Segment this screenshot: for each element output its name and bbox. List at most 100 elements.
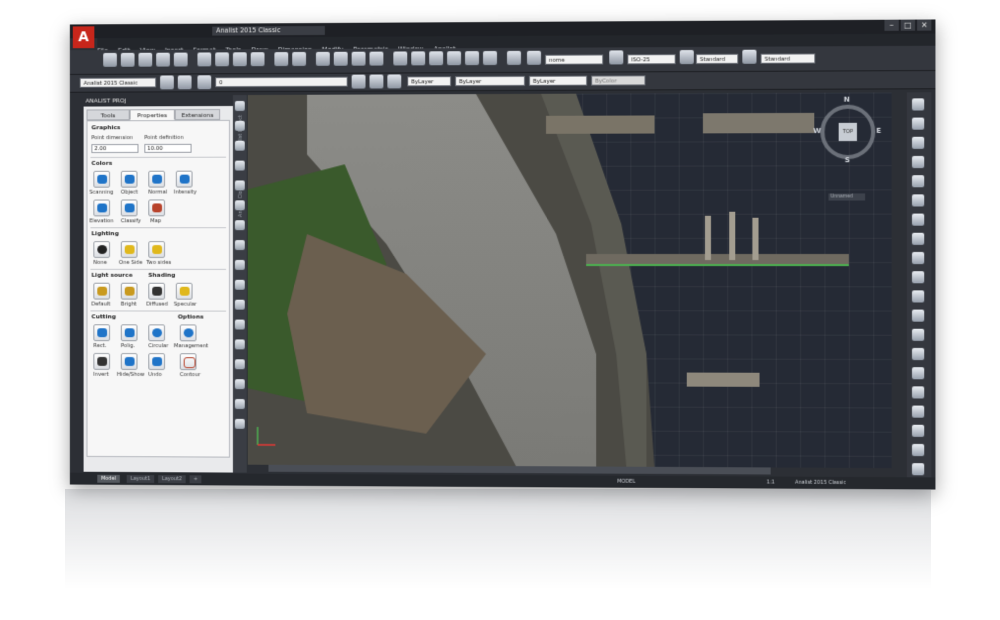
extend-icon[interactable] <box>911 290 925 303</box>
trim-icon[interactable] <box>911 271 925 284</box>
design-center-icon[interactable] <box>411 51 426 66</box>
annotation-scale[interactable]: 1:1 <box>767 478 775 486</box>
line-icon[interactable] <box>234 100 245 111</box>
lighting-none-button[interactable] <box>93 241 111 258</box>
match-properties-icon[interactable] <box>250 52 265 67</box>
chamfer-icon[interactable] <box>911 347 925 361</box>
layer-states-icon[interactable] <box>197 75 212 90</box>
cut-invert-button[interactable] <box>93 352 111 370</box>
color-scanning-button[interactable] <box>93 170 111 188</box>
quickcalc-icon[interactable] <box>483 51 498 66</box>
ellipse-arc-icon[interactable] <box>234 259 245 270</box>
dim-style-icon[interactable] <box>609 50 624 65</box>
table-icon[interactable] <box>234 399 245 410</box>
point-cloud-section-1[interactable] <box>546 115 655 134</box>
workspace-title[interactable]: Analist 2015 Classic <box>212 25 325 36</box>
layer-dropdown[interactable]: 0 <box>215 76 348 88</box>
draworder-icon[interactable] <box>911 405 925 418</box>
linetype-dropdown[interactable]: ByLayer <box>455 75 526 87</box>
maximize-icon[interactable]: □ <box>900 19 916 31</box>
workspace-switch[interactable]: Analist 2015 Classic <box>795 479 846 487</box>
model-indicator[interactable]: MODEL <box>617 478 635 486</box>
plotstyle-dropdown[interactable]: ByColor <box>591 75 646 86</box>
join-icon[interactable] <box>911 328 925 341</box>
markup-icon[interactable] <box>465 51 480 66</box>
horizontal-scrollbar[interactable] <box>268 464 771 475</box>
cut-icon[interactable] <box>197 52 212 67</box>
ellipse-icon[interactable] <box>234 240 245 251</box>
dimstyle-dropdown[interactable]: ISO-25 <box>627 54 676 65</box>
cut-hide-show-button[interactable] <box>120 353 138 370</box>
app-logo-icon[interactable]: A <box>72 26 95 49</box>
compass-e[interactable]: E <box>876 127 881 135</box>
tablestyle-dropdown[interactable]: Standard <box>760 53 816 64</box>
zoom-window-icon[interactable] <box>351 51 366 66</box>
point-cloud-section-4[interactable] <box>686 372 760 387</box>
textstyle-dropdown[interactable]: Standard <box>695 53 739 65</box>
stretch-icon[interactable] <box>911 251 925 265</box>
minimize-icon[interactable]: – <box>884 19 899 31</box>
compass-n[interactable]: N <box>844 96 850 104</box>
point-dimension-field[interactable]: 2.00 <box>91 143 139 154</box>
open-icon[interactable] <box>120 52 135 67</box>
fillet-icon[interactable] <box>911 367 925 380</box>
polygon-icon[interactable] <box>234 160 245 171</box>
new-icon[interactable] <box>103 52 117 67</box>
ungroup-icon[interactable] <box>911 463 925 476</box>
table-style-icon[interactable] <box>679 50 694 65</box>
print-icon[interactable] <box>156 52 170 67</box>
viewcube-compass[interactable]: TOP N S E W <box>813 96 881 165</box>
tab-layout1[interactable]: Layout1 <box>126 474 155 484</box>
zoom-previous-icon[interactable] <box>369 51 384 66</box>
offset-icon[interactable] <box>911 155 925 169</box>
hatch-icon[interactable] <box>234 339 245 350</box>
tab-extensions[interactable]: Extensions <box>174 109 221 121</box>
save-icon[interactable] <box>138 52 153 67</box>
color-elevation-button[interactable] <box>93 199 111 217</box>
copy-object-icon[interactable] <box>911 117 925 130</box>
color-intensity-button[interactable] <box>175 170 193 188</box>
compass-w[interactable]: W <box>813 127 821 135</box>
lighting-one-side-button[interactable] <box>120 241 138 258</box>
scale-icon[interactable] <box>911 232 925 245</box>
point-cloud-section-2[interactable] <box>702 112 815 134</box>
tab-layout2[interactable]: Layout2 <box>158 475 186 484</box>
tab-model[interactable]: Model <box>97 474 120 483</box>
cut-rect-button[interactable] <box>93 324 111 342</box>
point-icon[interactable] <box>234 319 245 330</box>
light-default-button[interactable] <box>93 282 111 300</box>
color-normal-button[interactable] <box>148 170 165 188</box>
sheet-set-icon[interactable] <box>447 51 462 66</box>
text-style-icon[interactable] <box>527 50 542 65</box>
zoom-icon[interactable] <box>333 51 348 66</box>
workspace-settings-icon[interactable] <box>160 75 174 90</box>
make-block-icon[interactable] <box>234 299 245 310</box>
gradient-icon[interactable] <box>234 359 245 370</box>
circle-icon[interactable] <box>234 200 245 211</box>
spline-icon[interactable] <box>234 220 245 231</box>
options-management-button[interactable] <box>179 324 197 342</box>
lineweight-dropdown[interactable]: ByLayer <box>529 75 588 86</box>
tab-tools[interactable]: Tools <box>86 109 130 121</box>
make-current-icon[interactable] <box>351 74 366 89</box>
multileader-style-icon[interactable] <box>742 49 757 64</box>
explode-icon[interactable] <box>911 386 925 399</box>
ucs-dropdown[interactable]: Unnamed <box>828 193 866 201</box>
color-classify-button[interactable] <box>120 199 138 217</box>
color-dropdown[interactable]: ByLayer <box>407 76 452 87</box>
group-icon[interactable] <box>911 443 925 457</box>
insert-block-icon[interactable] <box>234 279 245 290</box>
layer-match-icon[interactable] <box>911 424 925 437</box>
layer-iso-icon[interactable] <box>387 74 402 89</box>
layer-dropdown-top[interactable]: nome <box>545 54 604 65</box>
erase-icon[interactable] <box>911 98 925 111</box>
rectangle-icon[interactable] <box>234 180 245 191</box>
polyline-icon[interactable] <box>234 120 245 131</box>
help-icon[interactable] <box>506 50 521 65</box>
compass-s[interactable]: S <box>845 156 850 164</box>
tool-palettes-icon[interactable] <box>429 51 444 66</box>
close-icon[interactable]: ✕ <box>917 19 932 31</box>
point-definition-field[interactable]: 10.00 <box>144 143 192 153</box>
cut-circular-button[interactable] <box>148 324 165 342</box>
pan-icon[interactable] <box>315 51 330 66</box>
